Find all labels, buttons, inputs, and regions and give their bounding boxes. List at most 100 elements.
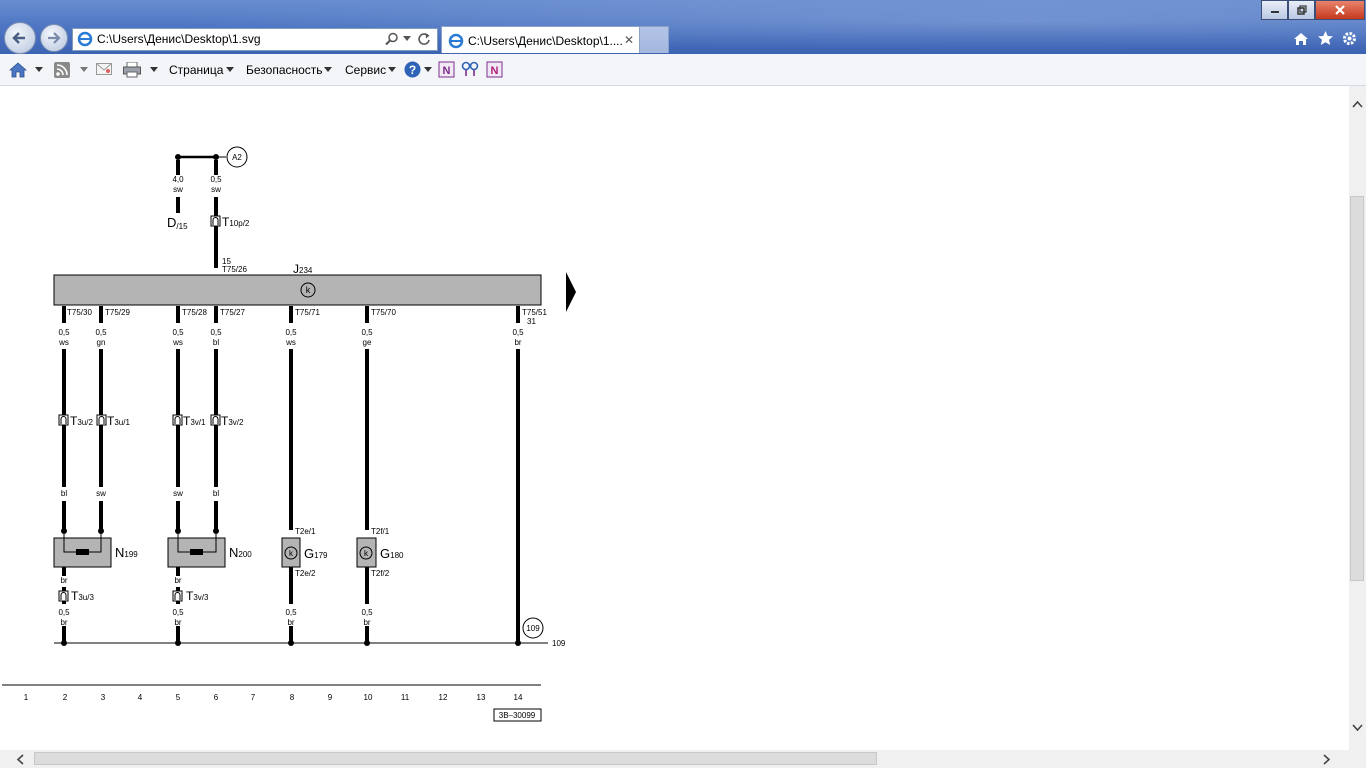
vertical-scroll-thumb[interactable] — [1350, 196, 1364, 581]
pin-label: T2f/1 — [371, 527, 390, 536]
close-icon — [1335, 5, 1345, 15]
connector-t3v2: T3v/2 — [221, 414, 244, 428]
dropdown-arrow-icon[interactable] — [388, 67, 396, 73]
connector-t3v3: T3v/3 — [186, 589, 209, 603]
feeds-icon[interactable] — [54, 62, 70, 78]
drawing-id: 3B–30099 — [499, 711, 536, 720]
wire-color: ws — [58, 338, 69, 347]
svg-text:7: 7 — [251, 693, 256, 702]
minimize-button[interactable] — [1261, 0, 1288, 20]
tab-title: C:\Users\Денис\Desktop\1.... — [468, 34, 623, 48]
wire-label: 0,5 — [210, 175, 222, 184]
wire-label: 0,5 — [361, 608, 373, 617]
favorites-star-icon[interactable] — [1317, 30, 1334, 47]
wire-label: 0,5 — [210, 328, 222, 337]
scroll-left-icon[interactable] — [16, 754, 24, 765]
connector-t3u2: T3u/2 — [70, 414, 93, 428]
search-icon[interactable] — [385, 32, 399, 46]
dropdown-arrow-icon[interactable] — [226, 67, 234, 73]
vertical-scrollbar[interactable] — [1349, 86, 1366, 750]
wire-label: 0,5 — [172, 608, 184, 617]
column-ruler: 1 2 3 4 5 6 7 8 9 10 11 12 13 14 — [24, 693, 523, 702]
dropdown-arrow-icon[interactable] — [424, 67, 432, 73]
wire-color: br — [60, 576, 67, 585]
pin-label: T75/51 — [522, 308, 547, 317]
dropdown-arrow-icon[interactable] — [150, 67, 158, 73]
wire-color: sw — [96, 489, 106, 498]
home-icon[interactable] — [1293, 31, 1309, 47]
svg-text:4: 4 — [138, 693, 143, 702]
onenote-icon[interactable]: N — [486, 61, 503, 78]
svg-text:9: 9 — [328, 693, 333, 702]
restore-icon — [1296, 5, 1307, 15]
wire-color: bl — [61, 489, 67, 498]
component-g179: G179 — [304, 546, 328, 561]
svg-text:?: ? — [409, 63, 416, 77]
settings-gear-icon[interactable] — [1341, 30, 1358, 47]
ie-page-icon — [77, 31, 93, 47]
dropdown-arrow-icon[interactable] — [80, 67, 88, 73]
marker-a2: A2 — [232, 153, 242, 162]
scrollbar-corner — [1349, 750, 1366, 768]
wire-label: 0,5 — [58, 328, 70, 337]
dropdown-arrow-icon[interactable] — [35, 67, 43, 73]
research-icon[interactable] — [461, 60, 479, 78]
wire-label: 0,5 — [285, 608, 297, 617]
scroll-right-icon[interactable] — [1323, 754, 1331, 765]
pin-label: T75/71 — [295, 308, 320, 317]
menu-tools[interactable]: Сервис — [345, 63, 386, 77]
horizontal-scrollbar[interactable] — [0, 750, 1349, 768]
wire-label: 0,5 — [58, 608, 70, 617]
pin-label: T75/28 — [182, 308, 207, 317]
k-symbol: k — [306, 285, 311, 295]
address-bar[interactable]: C:\Users\Денис\Desktop\1.svg — [72, 28, 438, 51]
scroll-up-icon[interactable] — [1352, 100, 1363, 108]
component-n200: N200 — [229, 545, 252, 560]
svg-text:8: 8 — [290, 693, 295, 702]
help-icon[interactable]: ? — [404, 61, 421, 78]
connector-t10p: T10p/2 — [222, 215, 250, 229]
scroll-down-icon[interactable] — [1352, 724, 1363, 732]
svg-text:10: 10 — [364, 693, 373, 702]
onenote-send-icon[interactable]: N — [438, 61, 455, 78]
back-button[interactable] — [4, 22, 36, 54]
pin-label: T75/29 — [105, 308, 130, 317]
dropdown-arrow-icon[interactable] — [403, 36, 411, 42]
new-tab-button[interactable] — [639, 26, 669, 53]
svg-text:13: 13 — [477, 693, 486, 702]
wire-label: 0,5 — [95, 328, 107, 337]
svg-text:5: 5 — [176, 693, 181, 702]
back-arrow-icon — [12, 32, 25, 44]
mail-icon[interactable] — [96, 63, 112, 76]
wire-color: br — [174, 576, 181, 585]
refresh-icon[interactable] — [417, 32, 431, 46]
svg-viewport: A2 4,0 sw D/15 0,5 sw T10p/2 1 5 T75/26 J… — [0, 86, 1349, 750]
pin-label: T75/27 — [220, 308, 245, 317]
pin-31: 31 — [527, 317, 536, 326]
connector-t3u1: T3u/1 — [107, 414, 130, 428]
wire-color: br — [287, 618, 294, 627]
component-j234: J234 — [293, 262, 313, 276]
svg-text:14: 14 — [514, 693, 523, 702]
horizontal-scroll-thumb[interactable] — [34, 752, 877, 765]
wire-label: 0,5 — [285, 328, 297, 337]
address-text: C:\Users\Денис\Desktop\1.svg — [97, 32, 261, 46]
close-window-button[interactable] — [1315, 0, 1365, 20]
wire-color: sw — [173, 185, 183, 194]
restore-button[interactable] — [1288, 0, 1315, 20]
menu-security[interactable]: Безопасность — [246, 63, 323, 77]
print-icon[interactable] — [123, 62, 141, 78]
wire-color: br — [363, 618, 370, 627]
wire-color: ge — [363, 338, 372, 347]
tab-close-icon[interactable]: ✕ — [624, 33, 634, 47]
component-d: D/15 — [167, 215, 188, 231]
dropdown-arrow-icon[interactable] — [324, 67, 332, 73]
pin-label: T2e/2 — [295, 569, 316, 578]
tab-active[interactable]: C:\Users\Денис\Desktop\1.... ✕ — [441, 26, 640, 53]
home-icon[interactable] — [9, 61, 27, 79]
menu-page[interactable]: Страница — [169, 63, 223, 77]
ground-marker-109: 109 — [526, 624, 540, 633]
forward-button[interactable] — [40, 24, 68, 52]
svg-text:1: 1 — [24, 693, 29, 702]
wire-color: ws — [172, 338, 183, 347]
